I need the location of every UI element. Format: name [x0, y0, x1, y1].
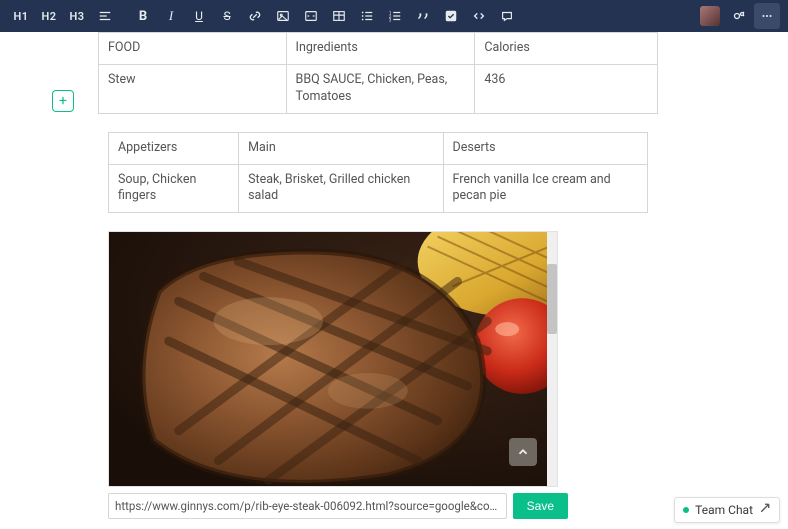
scroll-top-button[interactable]: [509, 438, 537, 466]
document-canvas: + FOOD Ingredients Calories Stew BBQ SAU…: [0, 32, 788, 529]
table-row: Appetizers Main Deserts: [109, 132, 648, 164]
image-url-row: Save: [108, 493, 568, 519]
link-button[interactable]: [242, 3, 268, 29]
more-button[interactable]: [754, 3, 780, 29]
underline-button[interactable]: U: [186, 3, 212, 29]
table-row: Soup, Chicken fingers Steak, Brisket, Gr…: [109, 164, 648, 213]
code-button[interactable]: [466, 3, 492, 29]
steak-image: [109, 232, 557, 486]
expand-icon: [759, 502, 771, 518]
bullet-list-button[interactable]: [354, 3, 380, 29]
cell[interactable]: Soup, Chicken fingers: [109, 164, 239, 213]
food-table[interactable]: FOOD Ingredients Calories Stew BBQ SAUCE…: [98, 32, 658, 114]
status-dot-icon: [683, 507, 689, 513]
embed-button[interactable]: [298, 3, 324, 29]
checkbox-button[interactable]: [438, 3, 464, 29]
cell[interactable]: Calories: [475, 33, 658, 65]
cell[interactable]: BBQ SAUCE, Chicken, Peas, Tomatoes: [286, 64, 475, 113]
italic-button[interactable]: I: [158, 3, 184, 29]
bold-button[interactable]: B: [130, 3, 156, 29]
save-button[interactable]: Save: [513, 493, 568, 519]
svg-text:3: 3: [389, 18, 392, 23]
image-scrollbar-thumb[interactable]: [547, 264, 557, 334]
cell[interactable]: Ingredients: [286, 33, 475, 65]
cell[interactable]: FOOD: [99, 33, 287, 65]
menu-table[interactable]: Appetizers Main Deserts Soup, Chicken fi…: [108, 132, 648, 214]
align-button[interactable]: [92, 3, 118, 29]
cell[interactable]: French vanilla Ice cream and pecan pie: [443, 164, 647, 213]
cell[interactable]: Steak, Brisket, Grilled chicken salad: [239, 164, 443, 213]
image-frame: [108, 231, 558, 487]
cell[interactable]: Appetizers: [109, 132, 239, 164]
image-button[interactable]: [270, 3, 296, 29]
image-url-input[interactable]: [108, 493, 507, 519]
cell[interactable]: Stew: [99, 64, 287, 113]
editor-toolbar: H1 H2 H3 B I U S 123: [0, 0, 788, 32]
quote-button[interactable]: [410, 3, 436, 29]
table-row: Stew BBQ SAUCE, Chicken, Peas, Tomatoes …: [99, 64, 658, 113]
table-row: FOOD Ingredients Calories: [99, 33, 658, 65]
ordered-list-button[interactable]: 123: [382, 3, 408, 29]
comment-button[interactable]: [494, 3, 520, 29]
cell[interactable]: 436: [475, 64, 658, 113]
strikethrough-button[interactable]: S: [214, 3, 240, 29]
cell[interactable]: Main: [239, 132, 443, 164]
team-chat-label: Team Chat: [695, 503, 753, 517]
heading1-button[interactable]: H1: [8, 3, 34, 29]
image-embed-block[interactable]: [108, 231, 568, 487]
cell[interactable]: Deserts: [443, 132, 647, 164]
add-block-button[interactable]: +: [52, 90, 74, 112]
user-avatar[interactable]: [698, 3, 724, 29]
table-button[interactable]: [326, 3, 352, 29]
heading2-button[interactable]: H2: [36, 3, 62, 29]
heading3-button[interactable]: H3: [64, 3, 90, 29]
team-chat-widget[interactable]: Team Chat: [674, 497, 780, 523]
share-button[interactable]: [726, 3, 752, 29]
